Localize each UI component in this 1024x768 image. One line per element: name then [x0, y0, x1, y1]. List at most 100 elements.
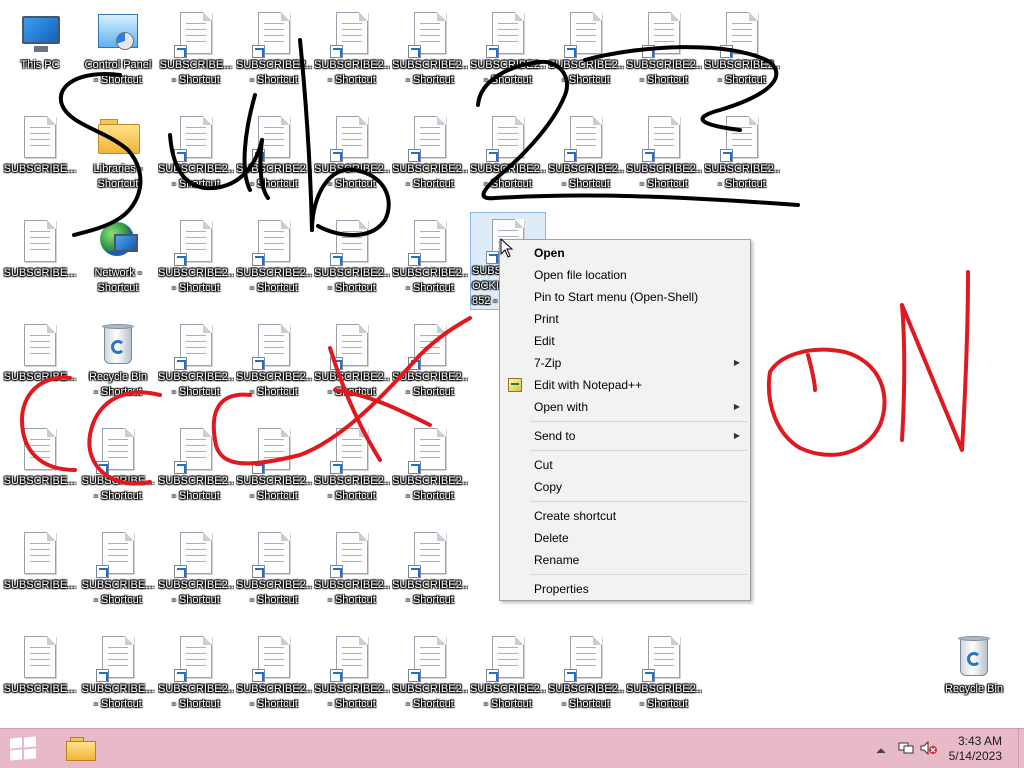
desktop-icon-file-shortcut[interactable]: SUBSCRIBE... - Shortcut — [80, 630, 156, 728]
desktop-icon-file-shortcut[interactable]: SUBSCRIBE2... - Shortcut — [236, 214, 312, 312]
desktop-icon-file-shortcut[interactable]: SUBSCRIBE2... - Shortcut — [392, 630, 468, 728]
menu-item-label: Delete — [534, 531, 569, 545]
desktop-icon-recycle-bin-shortcut[interactable]: Recycle Bin - Shortcut — [80, 318, 156, 416]
menu-item-print[interactable]: Print — [500, 308, 750, 330]
menu-item-cut[interactable]: Cut — [500, 454, 750, 476]
document-shortcut-icon — [406, 322, 454, 370]
desktop-icon-file-shortcut[interactable]: SUBSCRIBE2... - Shortcut — [158, 422, 234, 520]
menu-item-copy[interactable]: Copy — [500, 476, 750, 498]
start-button[interactable] — [10, 736, 38, 761]
desktop-icon-file-shortcut[interactable]: SUBSCRIBE2... - Shortcut — [314, 630, 390, 728]
desktop-icon-file-shortcut[interactable]: SUBSCRIBE2... - Shortcut — [548, 6, 624, 104]
desktop-icon-file-shortcut[interactable]: SUBSCRIBE2... - Shortcut — [470, 6, 546, 104]
desktop-icon-network[interactable]: Network - Shortcut — [80, 214, 156, 312]
desktop-icon-libraries[interactable]: Libraries - Shortcut — [80, 110, 156, 208]
icon-label: SUBSCRIBE2... — [548, 163, 624, 175]
desktop-icon-file[interactable]: SUBSCRIBE... — [2, 318, 78, 416]
desktop-icon-file-shortcut[interactable]: SUBSCRIBE2... - Shortcut — [626, 630, 702, 728]
desktop-icon-file-shortcut[interactable]: SUBSCRIBE2... - Shortcut — [470, 110, 546, 208]
desktop-icon-file[interactable]: SUBSCRIBE... — [2, 526, 78, 624]
desktop-icon-file-shortcut[interactable]: SUBSCRIBE2... - Shortcut — [158, 318, 234, 416]
menu-item-edit-with-notepad[interactable]: Edit with Notepad++ — [500, 374, 750, 396]
menu-item-open[interactable]: Open — [500, 242, 750, 264]
document-shortcut-icon — [172, 10, 220, 58]
desktop-icon-file-shortcut[interactable]: SUBSCRIBE... - Shortcut — [158, 6, 234, 104]
desktop-icon-file-shortcut[interactable]: SUBSCRIBE2... - Shortcut — [236, 318, 312, 416]
file-explorer-taskbar-button[interactable] — [60, 733, 102, 765]
volume-muted-icon[interactable] — [920, 740, 937, 756]
show-desktop-button[interactable] — [1018, 729, 1024, 768]
menu-item-label: Rename — [534, 553, 580, 567]
icon-label-suffix: - Shortcut — [328, 178, 376, 190]
desktop-icon-file-shortcut[interactable]: SUBSCRIBE2... - Shortcut — [236, 422, 312, 520]
menu-item-label: Open with — [534, 400, 589, 414]
desktop-icon-file-shortcut[interactable]: SUBSCRIBE2... - Shortcut — [470, 630, 546, 728]
icon-label-suffix: - Shortcut — [94, 490, 142, 502]
desktop-icon-file-shortcut[interactable]: SUBSCRIBE2... - Shortcut — [392, 526, 468, 624]
document-shortcut-icon — [250, 218, 298, 266]
icon-label-suffix: - Shortcut — [640, 74, 688, 86]
icon-label: SUBSCRIBE2... — [548, 683, 624, 695]
desktop-icon-file-shortcut[interactable]: SUBSCRIBE2... - Shortcut — [236, 6, 312, 104]
document-shortcut-icon — [406, 10, 454, 58]
desktop-icon-file-shortcut[interactable]: SUBSCRIBE2... - Shortcut — [704, 110, 780, 208]
desktop-icon-file-shortcut[interactable]: SUBSCRIBE2... - Shortcut — [392, 6, 468, 104]
desktop-icon-recycle-bin[interactable]: Recycle Bin — [936, 630, 1012, 728]
document-shortcut-icon — [640, 634, 688, 682]
desktop-icon-file[interactable]: SUBSCRIBE... — [2, 422, 78, 520]
recycle-bin-icon — [94, 322, 142, 370]
desktop-icon-file-shortcut[interactable]: SUBSCRIBE2... - Shortcut — [392, 422, 468, 520]
menu-item-properties[interactable]: Properties — [500, 578, 750, 600]
desktop-icon-file-shortcut[interactable]: SUBSCRIBE2... - Shortcut — [236, 526, 312, 624]
menu-item-create-shortcut[interactable]: Create shortcut — [500, 505, 750, 527]
desktop-icon-file-shortcut[interactable]: SUBSCRIBE2... - Shortcut — [548, 630, 624, 728]
desktop-icon-file-shortcut[interactable]: SUBSCRIBE2... - Shortcut — [314, 110, 390, 208]
desktop-icon-file-shortcut[interactable]: SUBSCRIBE2... - Shortcut — [158, 110, 234, 208]
desktop-icon-file-shortcut[interactable]: SUBSCRIBE2... - Shortcut — [548, 110, 624, 208]
desktop-icon-file-shortcut[interactable]: SUBSCRIBE... - Shortcut — [80, 422, 156, 520]
desktop-icon-file-shortcut[interactable]: SUBSCRIBE2... - Shortcut — [314, 422, 390, 520]
icon-label-suffix: - Shortcut — [94, 386, 142, 398]
submenu-arrow-icon: ▶ — [733, 358, 740, 367]
icon-label: SUBSCRIBE2... — [314, 683, 390, 695]
show-hidden-icons-chevron-icon[interactable] — [876, 743, 890, 757]
document-icon — [16, 114, 64, 162]
desktop-icon-file-shortcut[interactable]: SUBSCRIBE2... - Shortcut — [626, 6, 702, 104]
desktop-icon-file-shortcut[interactable]: SUBSCRIBE2... - Shortcut — [392, 214, 468, 312]
desktop-icon-file-shortcut[interactable]: SUBSCRIBE2... - Shortcut — [314, 318, 390, 416]
menu-item-edit[interactable]: Edit — [500, 330, 750, 352]
desktop-icon-file-shortcut[interactable]: SUBSCRIBE2... - Shortcut — [158, 630, 234, 728]
menu-item-open-file-location[interactable]: Open file location — [500, 264, 750, 286]
desktop-icon-file-shortcut[interactable]: SUBSCRIBE2... - Shortcut — [158, 214, 234, 312]
menu-item-label: Open file location — [534, 268, 627, 282]
taskbar-clock[interactable]: 3:43 AM 5/14/2023 — [949, 734, 1002, 764]
desktop-icon-file-shortcut[interactable]: SUBSCRIBE2... - Shortcut — [314, 6, 390, 104]
desktop-icon-file-shortcut[interactable]: SUBSCRIBE2... - Shortcut — [158, 526, 234, 624]
desktop-icon-file-shortcut[interactable]: SUBSCRIBE2... - Shortcut — [236, 110, 312, 208]
menu-item-send-to[interactable]: Send to ▶ — [500, 425, 750, 447]
desktop-icon-file-shortcut[interactable]: SUBSCRIBE2... - Shortcut — [392, 110, 468, 208]
desktop-icon-file[interactable]: SUBSCRIBE... — [2, 630, 78, 728]
menu-item-label: 7-Zip — [534, 356, 562, 370]
desktop-icon-file[interactable]: SUBSCRIBE... — [2, 214, 78, 312]
desktop-icon-file[interactable]: SUBSCRIBE... — [2, 110, 78, 208]
document-shortcut-icon — [250, 114, 298, 162]
desktop-icon-file-shortcut[interactable]: SUBSCRIBE2... - Shortcut — [314, 526, 390, 624]
document-shortcut-icon — [94, 426, 142, 474]
desktop-icon-file-shortcut[interactable]: SUBSCRIBE... - Shortcut — [80, 526, 156, 624]
desktop-icon-file-shortcut[interactable]: SUBSCRIBE2... - Shortcut — [314, 214, 390, 312]
desktop[interactable]: This PC Control Panel - Shortcut SUBSCRI… — [0, 0, 1024, 728]
menu-item-7zip[interactable]: 7-Zip ▶ — [500, 352, 750, 374]
network-tray-icon[interactable] — [898, 741, 914, 755]
desktop-icon-file-shortcut[interactable]: SUBSCRIBE2... - Shortcut — [704, 6, 780, 104]
desktop-icon-file-shortcut[interactable]: SUBSCRIBE2... - Shortcut — [236, 630, 312, 728]
menu-item-open-with[interactable]: Open with ▶ — [500, 396, 750, 418]
menu-item-rename[interactable]: Rename — [500, 549, 750, 571]
document-shortcut-icon — [562, 634, 610, 682]
menu-item-delete[interactable]: Delete — [500, 527, 750, 549]
desktop-icon-control-panel[interactable]: Control Panel - Shortcut — [80, 6, 156, 104]
desktop-icon-file-shortcut[interactable]: SUBSCRIBE2... - Shortcut — [392, 318, 468, 416]
menu-item-pin-to-start[interactable]: Pin to Start menu (Open-Shell) — [500, 286, 750, 308]
desktop-icon-file-shortcut[interactable]: SUBSCRIBE2... - Shortcut — [626, 110, 702, 208]
desktop-icon-this-pc[interactable]: This PC — [2, 6, 78, 104]
